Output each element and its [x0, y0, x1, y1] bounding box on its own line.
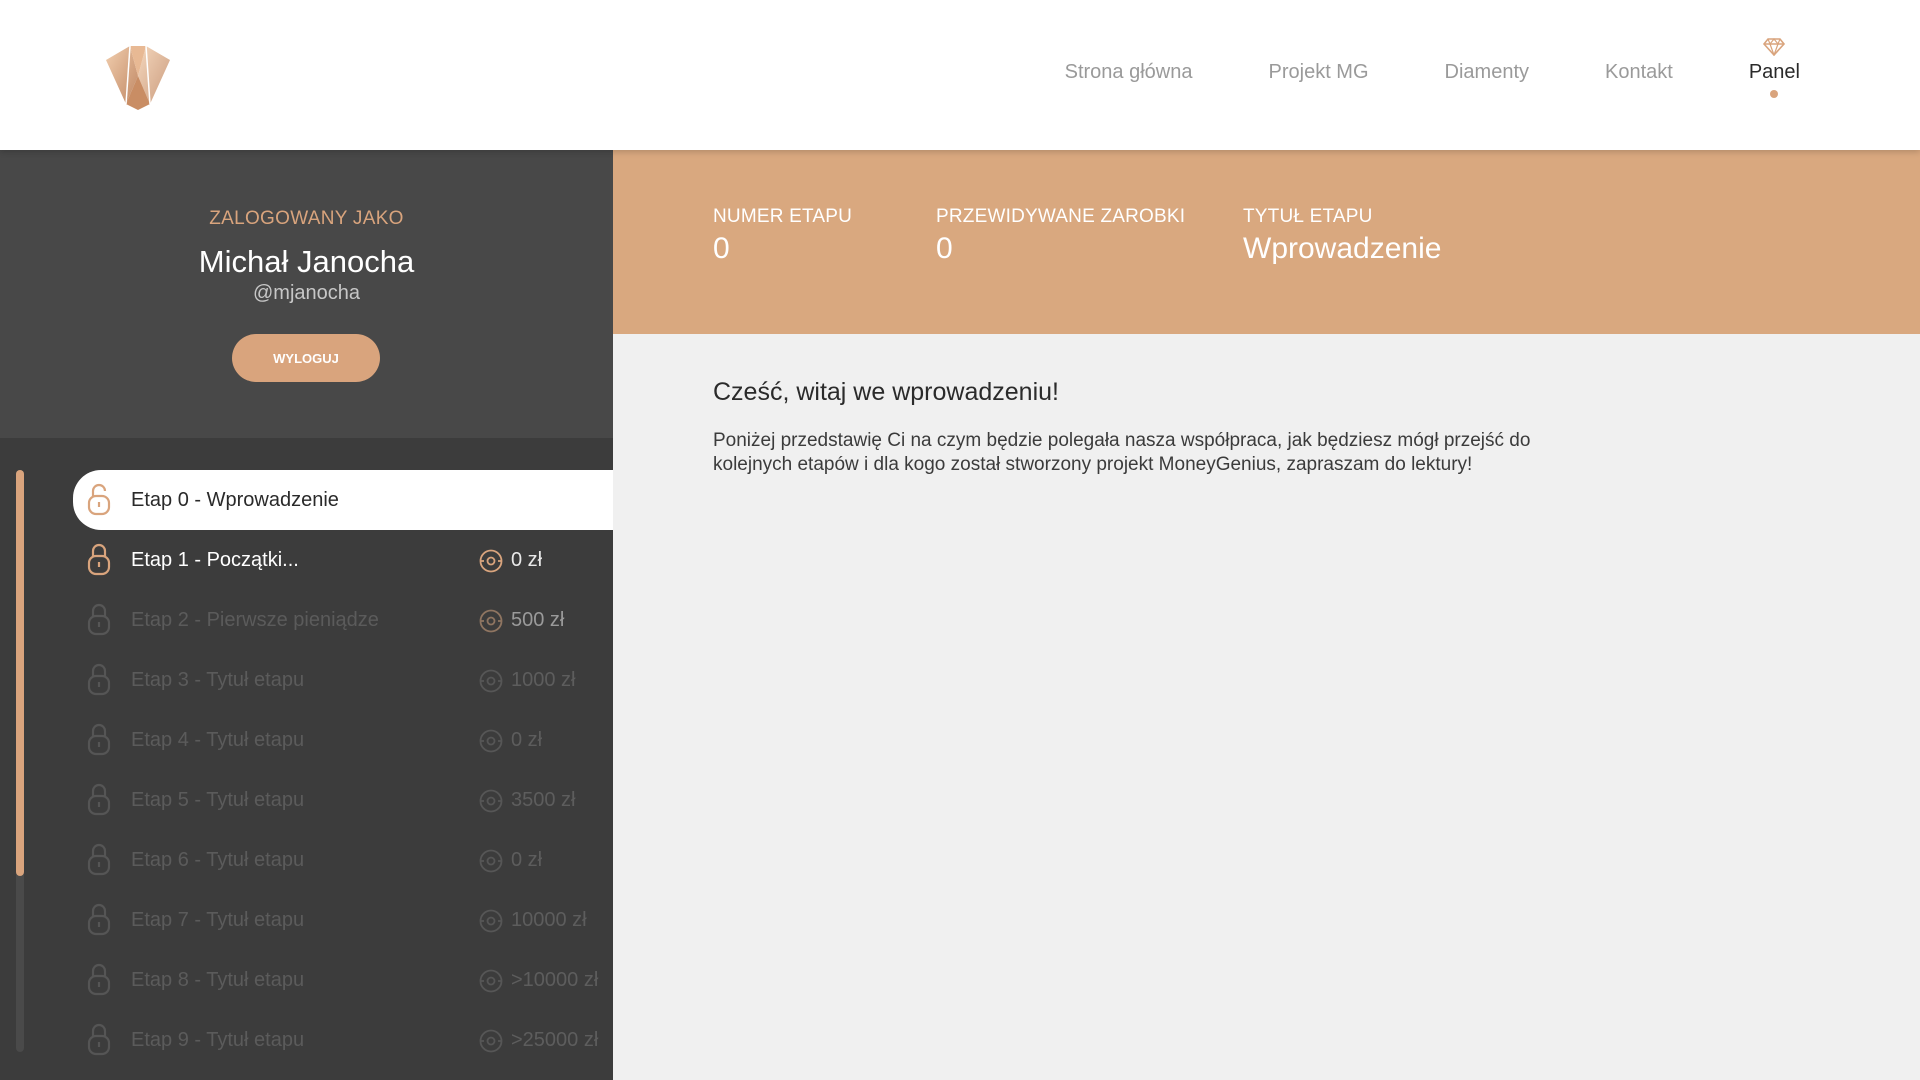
stage-number-label: NUMER ETAPU — [713, 206, 853, 227]
stage-title: Etap 6 - Tytuł etapu — [131, 848, 305, 871]
lock-icon — [87, 602, 111, 636]
coin-icon — [478, 548, 504, 574]
stage-item[interactable]: Etap 5 - Tytuł etapu 3500 zł — [73, 770, 613, 830]
expected-earnings-value: 0 — [936, 232, 953, 265]
lock-icon — [87, 782, 111, 816]
stage-amount: 0 zł — [511, 848, 543, 871]
lock-icon — [87, 902, 111, 936]
stage-item[interactable]: Etap 3 - Tytuł etapu 1000 zł — [73, 650, 613, 710]
stage-amount: >10000 zł — [511, 968, 599, 991]
lock-icon — [87, 662, 111, 696]
stage-amount: 1000 zł — [511, 668, 576, 691]
stage-title: Etap 1 - Początki... — [131, 548, 299, 571]
stage-item[interactable]: Etap 2 - Pierwsze pieniądze 500 zł — [73, 590, 613, 650]
coin-icon — [478, 1028, 504, 1054]
main-nav: Strona główna Projekt MG Diamenty Kontak… — [989, 0, 1800, 150]
nav-projekt-mg[interactable]: Projekt MG — [1269, 0, 1369, 84]
stage-title-block: TYTUŁ ETAPU Wprowadzenie — [1243, 206, 1441, 266]
stage-item[interactable]: Etap 0 - Wprowadzenie — [73, 470, 613, 530]
stage-info-banner: NUMER ETAPU 0 PRZEWIDYWANE ZAROBKI 0 TYT… — [613, 150, 1920, 334]
main-content: Cześć, witaj we wprowadzeniu! Poniżej pr… — [713, 378, 1813, 477]
stage-amount: 0 zł — [511, 548, 543, 571]
stage-item[interactable]: Etap 7 - Tytuł etapu 10000 zł — [73, 890, 613, 950]
stage-amount: 0 zł — [511, 728, 543, 751]
content-body: Poniżej przedstawię Ci na czym będzie po… — [713, 430, 1531, 475]
stage-item[interactable]: Etap 1 - Początki... 0 zł — [73, 530, 613, 590]
coin-icon — [478, 668, 504, 694]
stage-title: Etap 8 - Tytuł etapu — [131, 968, 305, 991]
expected-earnings-label: PRZEWIDYWANE ZAROBKI — [936, 206, 1186, 227]
coin-icon — [478, 788, 504, 814]
content-heading: Cześć, witaj we wprowadzeniu! — [713, 378, 1059, 406]
coin-icon — [478, 608, 504, 634]
coin-icon — [478, 908, 504, 934]
stage-amount: 10000 zł — [511, 908, 587, 931]
stage-amount: >25000 zł — [511, 1028, 599, 1051]
stage-number-block: NUMER ETAPU 0 — [713, 206, 852, 266]
active-indicator — [1770, 90, 1779, 98]
nav-label: Strona główna — [1064, 61, 1193, 83]
expected-earnings-block: PRZEWIDYWANE ZAROBKI 0 — [936, 206, 1185, 266]
lock-icon — [87, 962, 111, 996]
stage-list: Etap 0 - Wprowadzenie Etap 1 - Początki.… — [73, 470, 613, 1070]
diamond-logo-icon[interactable] — [100, 40, 176, 110]
top-header: Strona główna Projekt MG Diamenty Kontak… — [0, 0, 1920, 150]
nav-diamenty[interactable]: Diamenty — [1445, 0, 1529, 84]
stage-item[interactable]: Etap 4 - Tytuł etapu 0 zł — [73, 710, 613, 770]
stage-title-value: Wprowadzenie — [1243, 232, 1442, 265]
lock-open-icon — [87, 482, 111, 516]
stage-title: Etap 0 - Wprowadzenie — [131, 488, 339, 511]
stage-title: Etap 4 - Tytuł etapu — [131, 728, 305, 751]
sidebar: ZALOGOWANY JAKO Michał Janocha @mjanocha… — [0, 150, 613, 1080]
lock-icon — [87, 722, 111, 756]
user-name: Michał Janocha — [198, 244, 415, 279]
stage-title: Etap 9 - Tytuł etapu — [131, 1028, 305, 1051]
coin-icon — [478, 728, 504, 754]
nav-label: Kontakt — [1605, 61, 1673, 83]
lock-icon — [87, 1022, 111, 1056]
stage-item[interactable]: Etap 9 - Tytuł etapu >25000 zł — [73, 1010, 613, 1070]
logged-as-label: ZALOGOWANY JAKO — [209, 208, 404, 229]
scrollbar-thumb[interactable] — [16, 470, 24, 876]
stage-title: Etap 3 - Tytuł etapu — [131, 668, 305, 691]
stage-title-label: TYTUŁ ETAPU — [1243, 206, 1373, 227]
stage-item[interactable]: Etap 8 - Tytuł etapu >10000 zł — [73, 950, 613, 1010]
stage-title: Etap 7 - Tytuł etapu — [131, 908, 305, 931]
stage-amount: 500 zł — [511, 608, 565, 631]
stage-item[interactable]: Etap 6 - Tytuł etapu 0 zł — [73, 830, 613, 890]
stage-title: Etap 5 - Tytuł etapu — [131, 788, 305, 811]
nav-kontakt[interactable]: Kontakt — [1605, 0, 1673, 84]
profile-panel: ZALOGOWANY JAKO Michał Janocha @mjanocha… — [0, 150, 613, 438]
nav-panel[interactable]: Panel — [1748, 0, 1800, 98]
stage-title: Etap 2 - Pierwsze pieniądze — [131, 608, 379, 631]
stage-number-value: 0 — [713, 232, 730, 265]
stage-amount: 3500 zł — [511, 788, 576, 811]
nav-label: Diamenty — [1444, 61, 1530, 83]
lock-icon — [87, 842, 111, 876]
coin-icon — [478, 848, 504, 874]
lock-icon — [87, 542, 111, 576]
nav-label: Panel — [1748, 61, 1800, 83]
nav-strona-glowna[interactable]: Strona główna — [1065, 0, 1193, 84]
logout-button[interactable]: WYLOGUJ — [232, 334, 380, 382]
user-handle: @mjanocha — [252, 282, 361, 304]
coin-icon — [478, 968, 504, 994]
nav-label: Projekt MG — [1268, 61, 1369, 83]
diamond-icon — [1762, 38, 1786, 57]
